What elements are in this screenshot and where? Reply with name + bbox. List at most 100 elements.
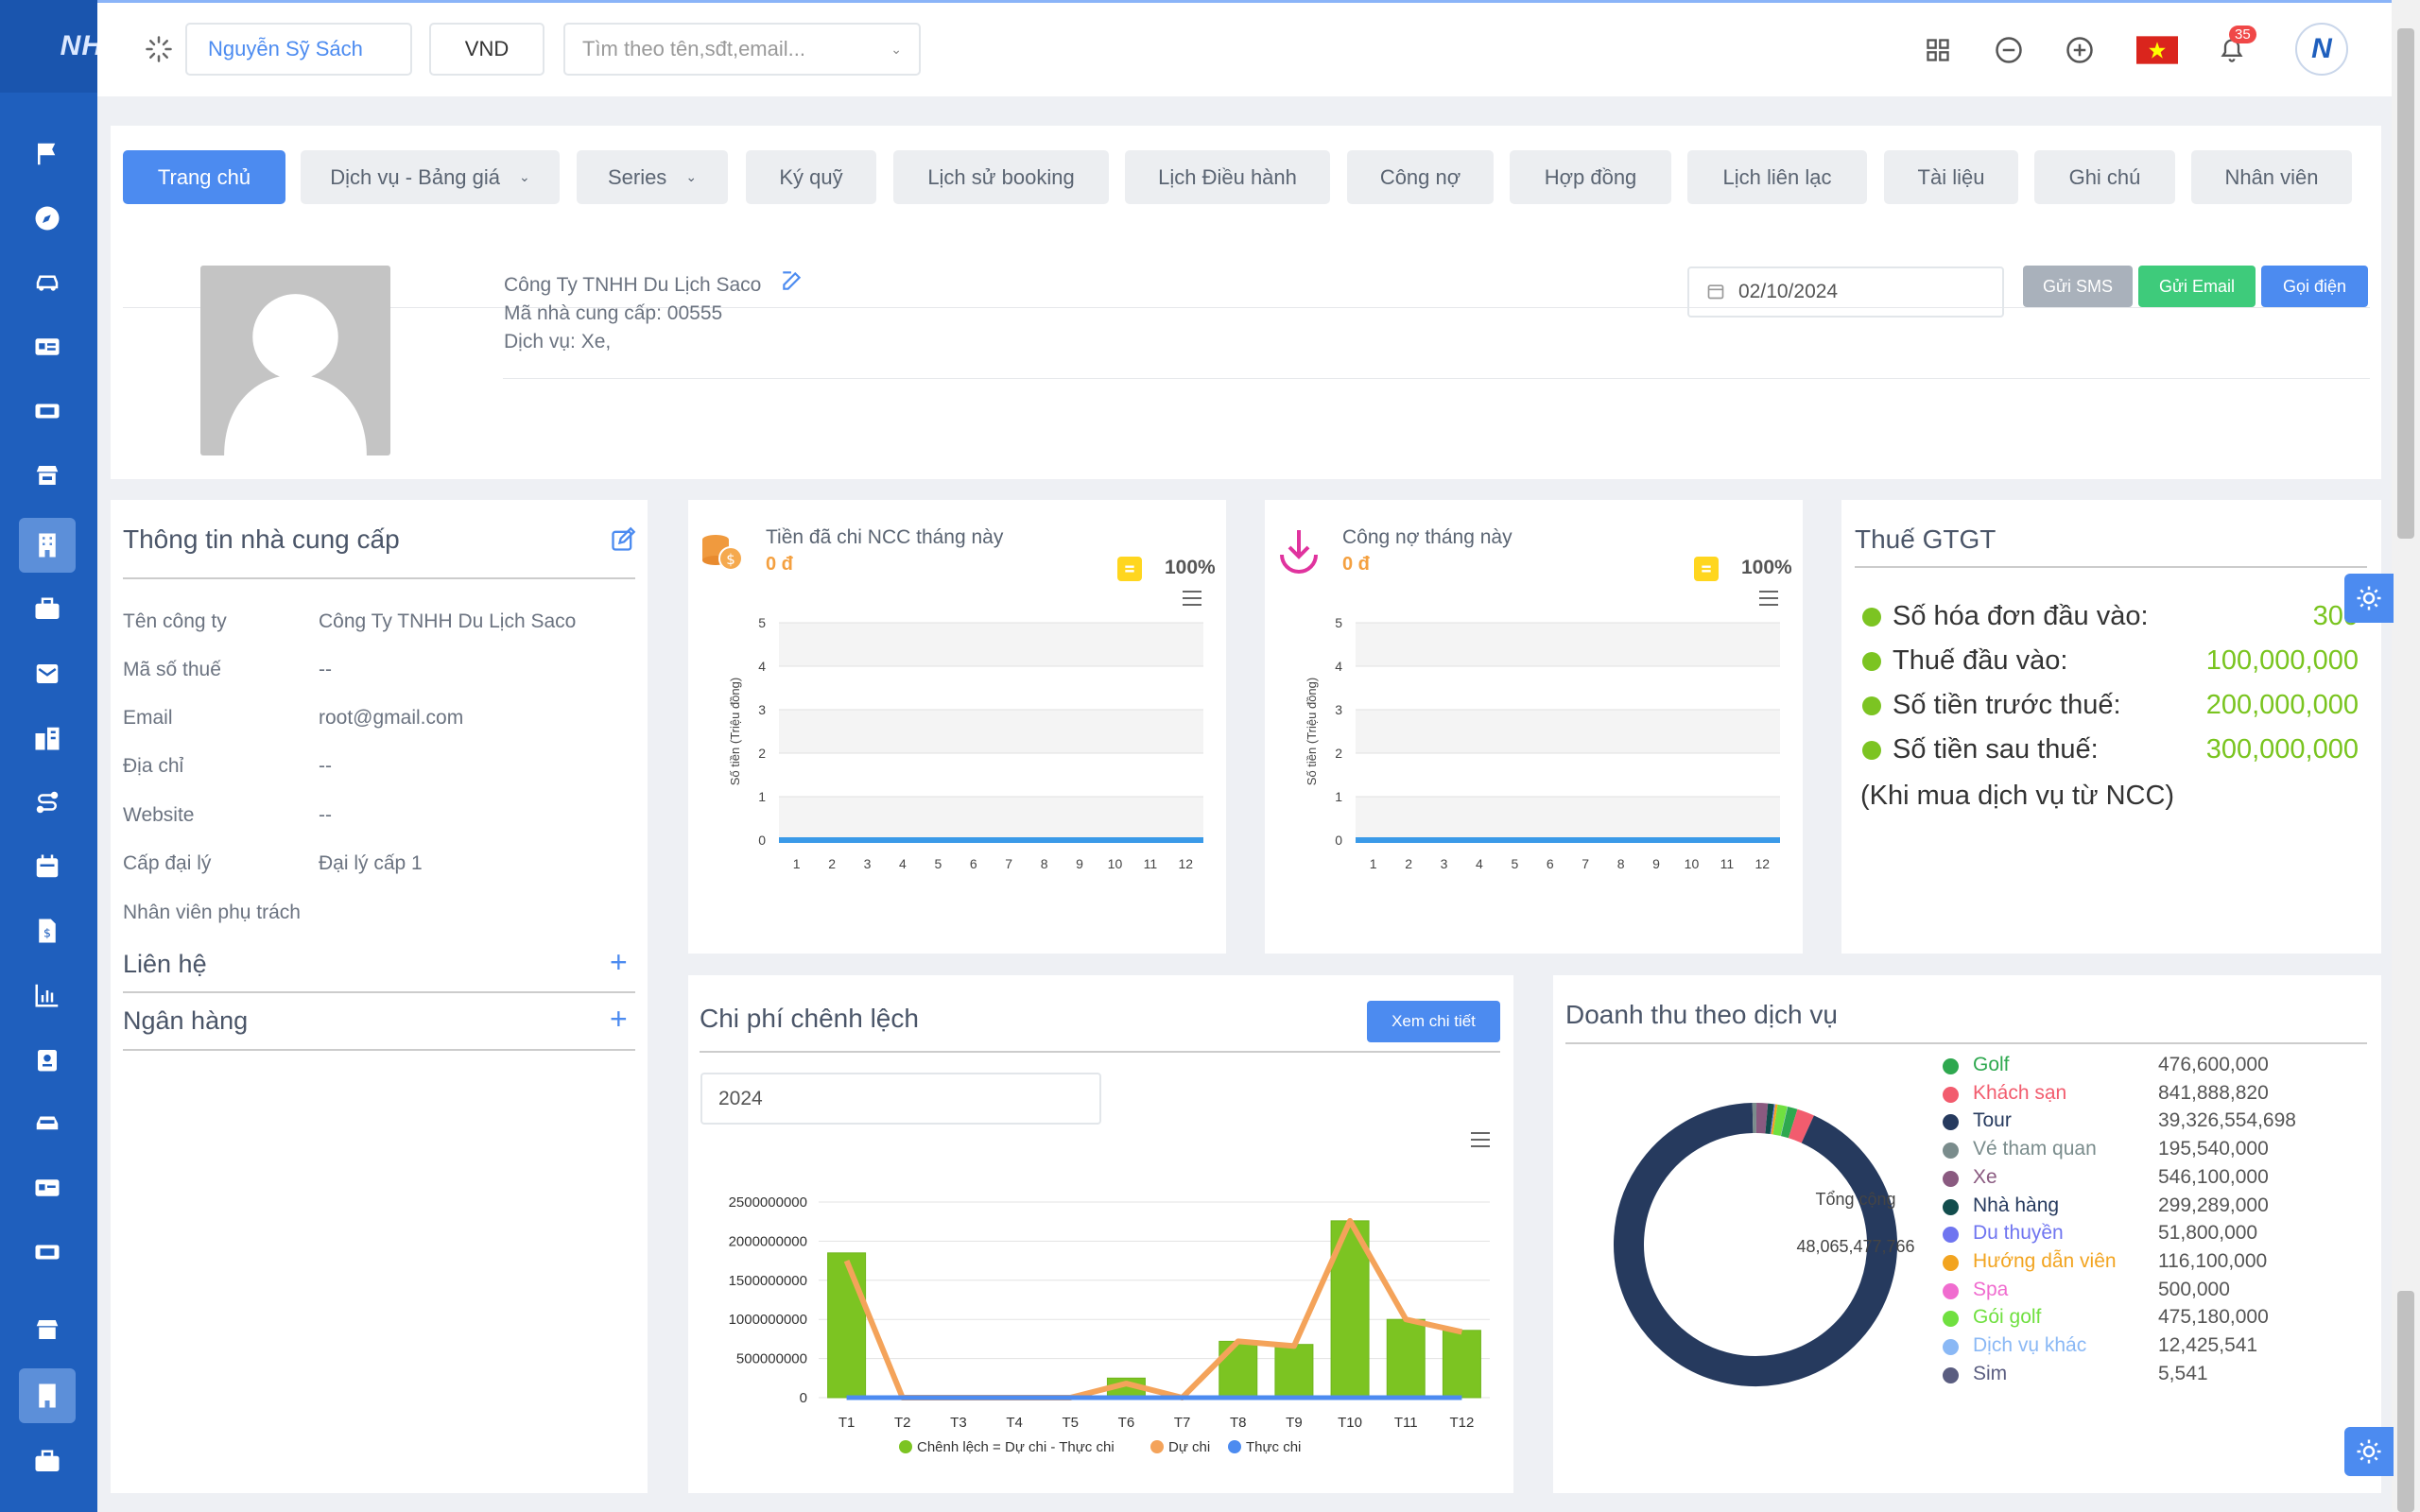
y-tick-label: 2000000000 xyxy=(729,1233,807,1249)
compass-icon[interactable] xyxy=(19,191,76,246)
tab-contract[interactable]: Hợp đồng xyxy=(1510,150,1671,204)
id-card-icon[interactable] xyxy=(19,319,76,374)
building-icon[interactable] xyxy=(19,518,76,573)
chart-menu-icon[interactable] xyxy=(1470,1131,1491,1148)
briefcase-icon[interactable] xyxy=(19,582,76,637)
bar-chart-icon[interactable] xyxy=(19,968,76,1022)
tab-debt[interactable]: Công nợ xyxy=(1347,150,1494,204)
taxi-icon[interactable] xyxy=(19,1096,76,1151)
car-icon[interactable] xyxy=(19,255,76,310)
tab-contact-schedule[interactable]: Lịch liên lạc xyxy=(1687,150,1867,204)
tab-documents[interactable]: Tài liệu xyxy=(1884,150,2018,204)
contacts-section[interactable]: Liên hệ xyxy=(123,950,207,979)
grid-icon[interactable] xyxy=(1919,31,1957,69)
avatar[interactable]: N xyxy=(2295,23,2348,76)
settings-gear-icon[interactable] xyxy=(2344,1427,2394,1476)
zoom-in-icon[interactable] xyxy=(2061,31,2099,69)
add-contact-icon[interactable]: + xyxy=(610,945,628,980)
legend-value: 299,289,000 xyxy=(2158,1194,2269,1216)
store-icon[interactable] xyxy=(19,448,76,503)
shop-icon[interactable] xyxy=(19,1302,76,1357)
route-icon[interactable] xyxy=(19,775,76,830)
legend-item[interactable]: Hướng dẫn viên 116,100,000 xyxy=(1943,1247,2396,1276)
legend-label: Golf xyxy=(1973,1054,2010,1075)
edit-icon[interactable] xyxy=(780,268,804,293)
legend-marker xyxy=(1943,1086,1959,1103)
x-tick-label: T12 xyxy=(1449,1415,1474,1431)
legend-item[interactable]: Nhà hàng 299,289,000 xyxy=(1943,1192,2396,1220)
tab-label: Trang chủ xyxy=(157,164,251,189)
y-tick-label: 0 xyxy=(758,833,766,848)
badge-icon[interactable] xyxy=(19,1032,76,1087)
city-icon[interactable] xyxy=(19,711,76,765)
year-selector[interactable]: 2024 xyxy=(700,1073,1101,1125)
tab-services-pricing[interactable]: Dịch vụ - Bảng giá ⌄ xyxy=(301,150,560,204)
debt-card-title: Công nợ tháng này xyxy=(1342,526,1512,548)
scrollbar-thumb-lower[interactable] xyxy=(2397,1291,2414,1512)
calendar-icon[interactable] xyxy=(19,839,76,894)
grid-band xyxy=(1356,623,1780,666)
tab-notes[interactable]: Ghi chú xyxy=(2034,150,2175,204)
x-tick-label: T6 xyxy=(1118,1415,1135,1431)
legend-label: Spa xyxy=(1973,1278,2009,1300)
call-button[interactable]: Gọi điện xyxy=(2261,266,2368,307)
send-sms-button[interactable]: Gửi SMS xyxy=(2023,266,2133,307)
add-bank-icon[interactable]: + xyxy=(610,1002,628,1037)
notification-bell-icon[interactable]: 35 xyxy=(2213,26,2256,69)
send-email-button[interactable]: Gửi Email xyxy=(2138,266,2256,307)
y-tick-label: 3 xyxy=(1335,702,1342,717)
y-axis-label: Số tiền (Triệu đồng) xyxy=(1305,678,1319,785)
contact-card-icon[interactable] xyxy=(19,1160,76,1215)
legend-item[interactable]: Dịch vụ khác 12,425,541 xyxy=(1943,1332,2396,1360)
zoom-out-icon[interactable] xyxy=(1990,31,2028,69)
legend-value: 5,541 xyxy=(2158,1362,2208,1384)
settings-gear-icon[interactable] xyxy=(2344,574,2394,623)
legend-item[interactable]: Gói golf 475,180,000 xyxy=(1943,1303,2396,1332)
edit-icon[interactable] xyxy=(610,526,636,553)
ticket-icon[interactable] xyxy=(19,384,76,438)
grid-band xyxy=(779,797,1203,840)
tab-staff[interactable]: Nhân viên xyxy=(2191,150,2352,204)
donut-slice xyxy=(1765,1103,1774,1135)
view-detail-button[interactable]: Xem chi tiết xyxy=(1367,1001,1500,1042)
x-tick-label: T3 xyxy=(950,1415,967,1431)
vietnam-flag-icon[interactable] xyxy=(2136,31,2178,69)
brand-logo[interactable]: NH xyxy=(0,0,97,93)
scrollbar-thumb[interactable] xyxy=(2397,28,2414,539)
paid-card-title: Tiền đã chi NCC tháng này xyxy=(766,526,1004,548)
date-field[interactable]: 02/10/2024 xyxy=(1687,266,2004,318)
currency-selector[interactable]: VND xyxy=(429,23,544,76)
invoice-icon[interactable]: $ xyxy=(19,903,76,958)
legend-value: 12,425,541 xyxy=(2158,1334,2258,1356)
tax-label: Số tiền sau thuế: xyxy=(1893,734,2099,765)
work-bag-icon[interactable] xyxy=(19,1435,76,1489)
legend-item[interactable]: Tour 39,326,554,698 xyxy=(1943,1107,2396,1135)
y-tick-label: 2500000000 xyxy=(729,1194,807,1211)
tab-home[interactable]: Trang chủ xyxy=(123,150,285,204)
x-tick-label: 4 xyxy=(899,856,907,871)
legend-item[interactable]: Spa 500,000 xyxy=(1943,1276,2396,1304)
legend-item[interactable]: Vé tham quan 195,540,000 xyxy=(1943,1135,2396,1163)
company-name: Công Ty TNHH Du Lịch Saco xyxy=(504,274,762,296)
mail-box-icon[interactable] xyxy=(19,646,76,701)
flag-icon[interactable] xyxy=(19,127,76,181)
tab-operations-schedule[interactable]: Lịch Điều hành xyxy=(1125,150,1330,204)
pass-icon[interactable] xyxy=(19,1225,76,1280)
tab-booking-history[interactable]: Lịch sử booking xyxy=(893,150,1109,204)
legend-item[interactable]: Golf 476,600,000 xyxy=(1943,1051,2396,1079)
search-placeholder: Tìm theo tên,sđt,email... xyxy=(582,37,805,60)
tax-value: 100,000,000 xyxy=(2205,645,2359,676)
company-avatar xyxy=(200,266,390,455)
office-icon[interactable] xyxy=(19,1368,76,1423)
legend-label: Xe xyxy=(1973,1165,1997,1188)
legend-marker xyxy=(1150,1440,1164,1453)
legend-item[interactable]: Xe 546,100,000 xyxy=(1943,1163,2396,1192)
tab-deposit[interactable]: Ký quỹ xyxy=(746,150,876,204)
user-selector[interactable]: Nguyễn Sỹ Sách xyxy=(185,23,412,76)
legend-item[interactable]: Khách sạn 841,888,820 xyxy=(1943,1079,2396,1108)
tab-series[interactable]: Series ⌄ xyxy=(577,150,728,204)
legend-item[interactable]: Du thuyền 51,800,000 xyxy=(1943,1219,2396,1247)
search-input[interactable]: Tìm theo tên,sđt,email... ⌄ xyxy=(563,23,921,76)
legend-item[interactable]: Sim 5,541 xyxy=(1943,1360,2396,1388)
banks-section[interactable]: Ngân hàng xyxy=(123,1006,248,1036)
